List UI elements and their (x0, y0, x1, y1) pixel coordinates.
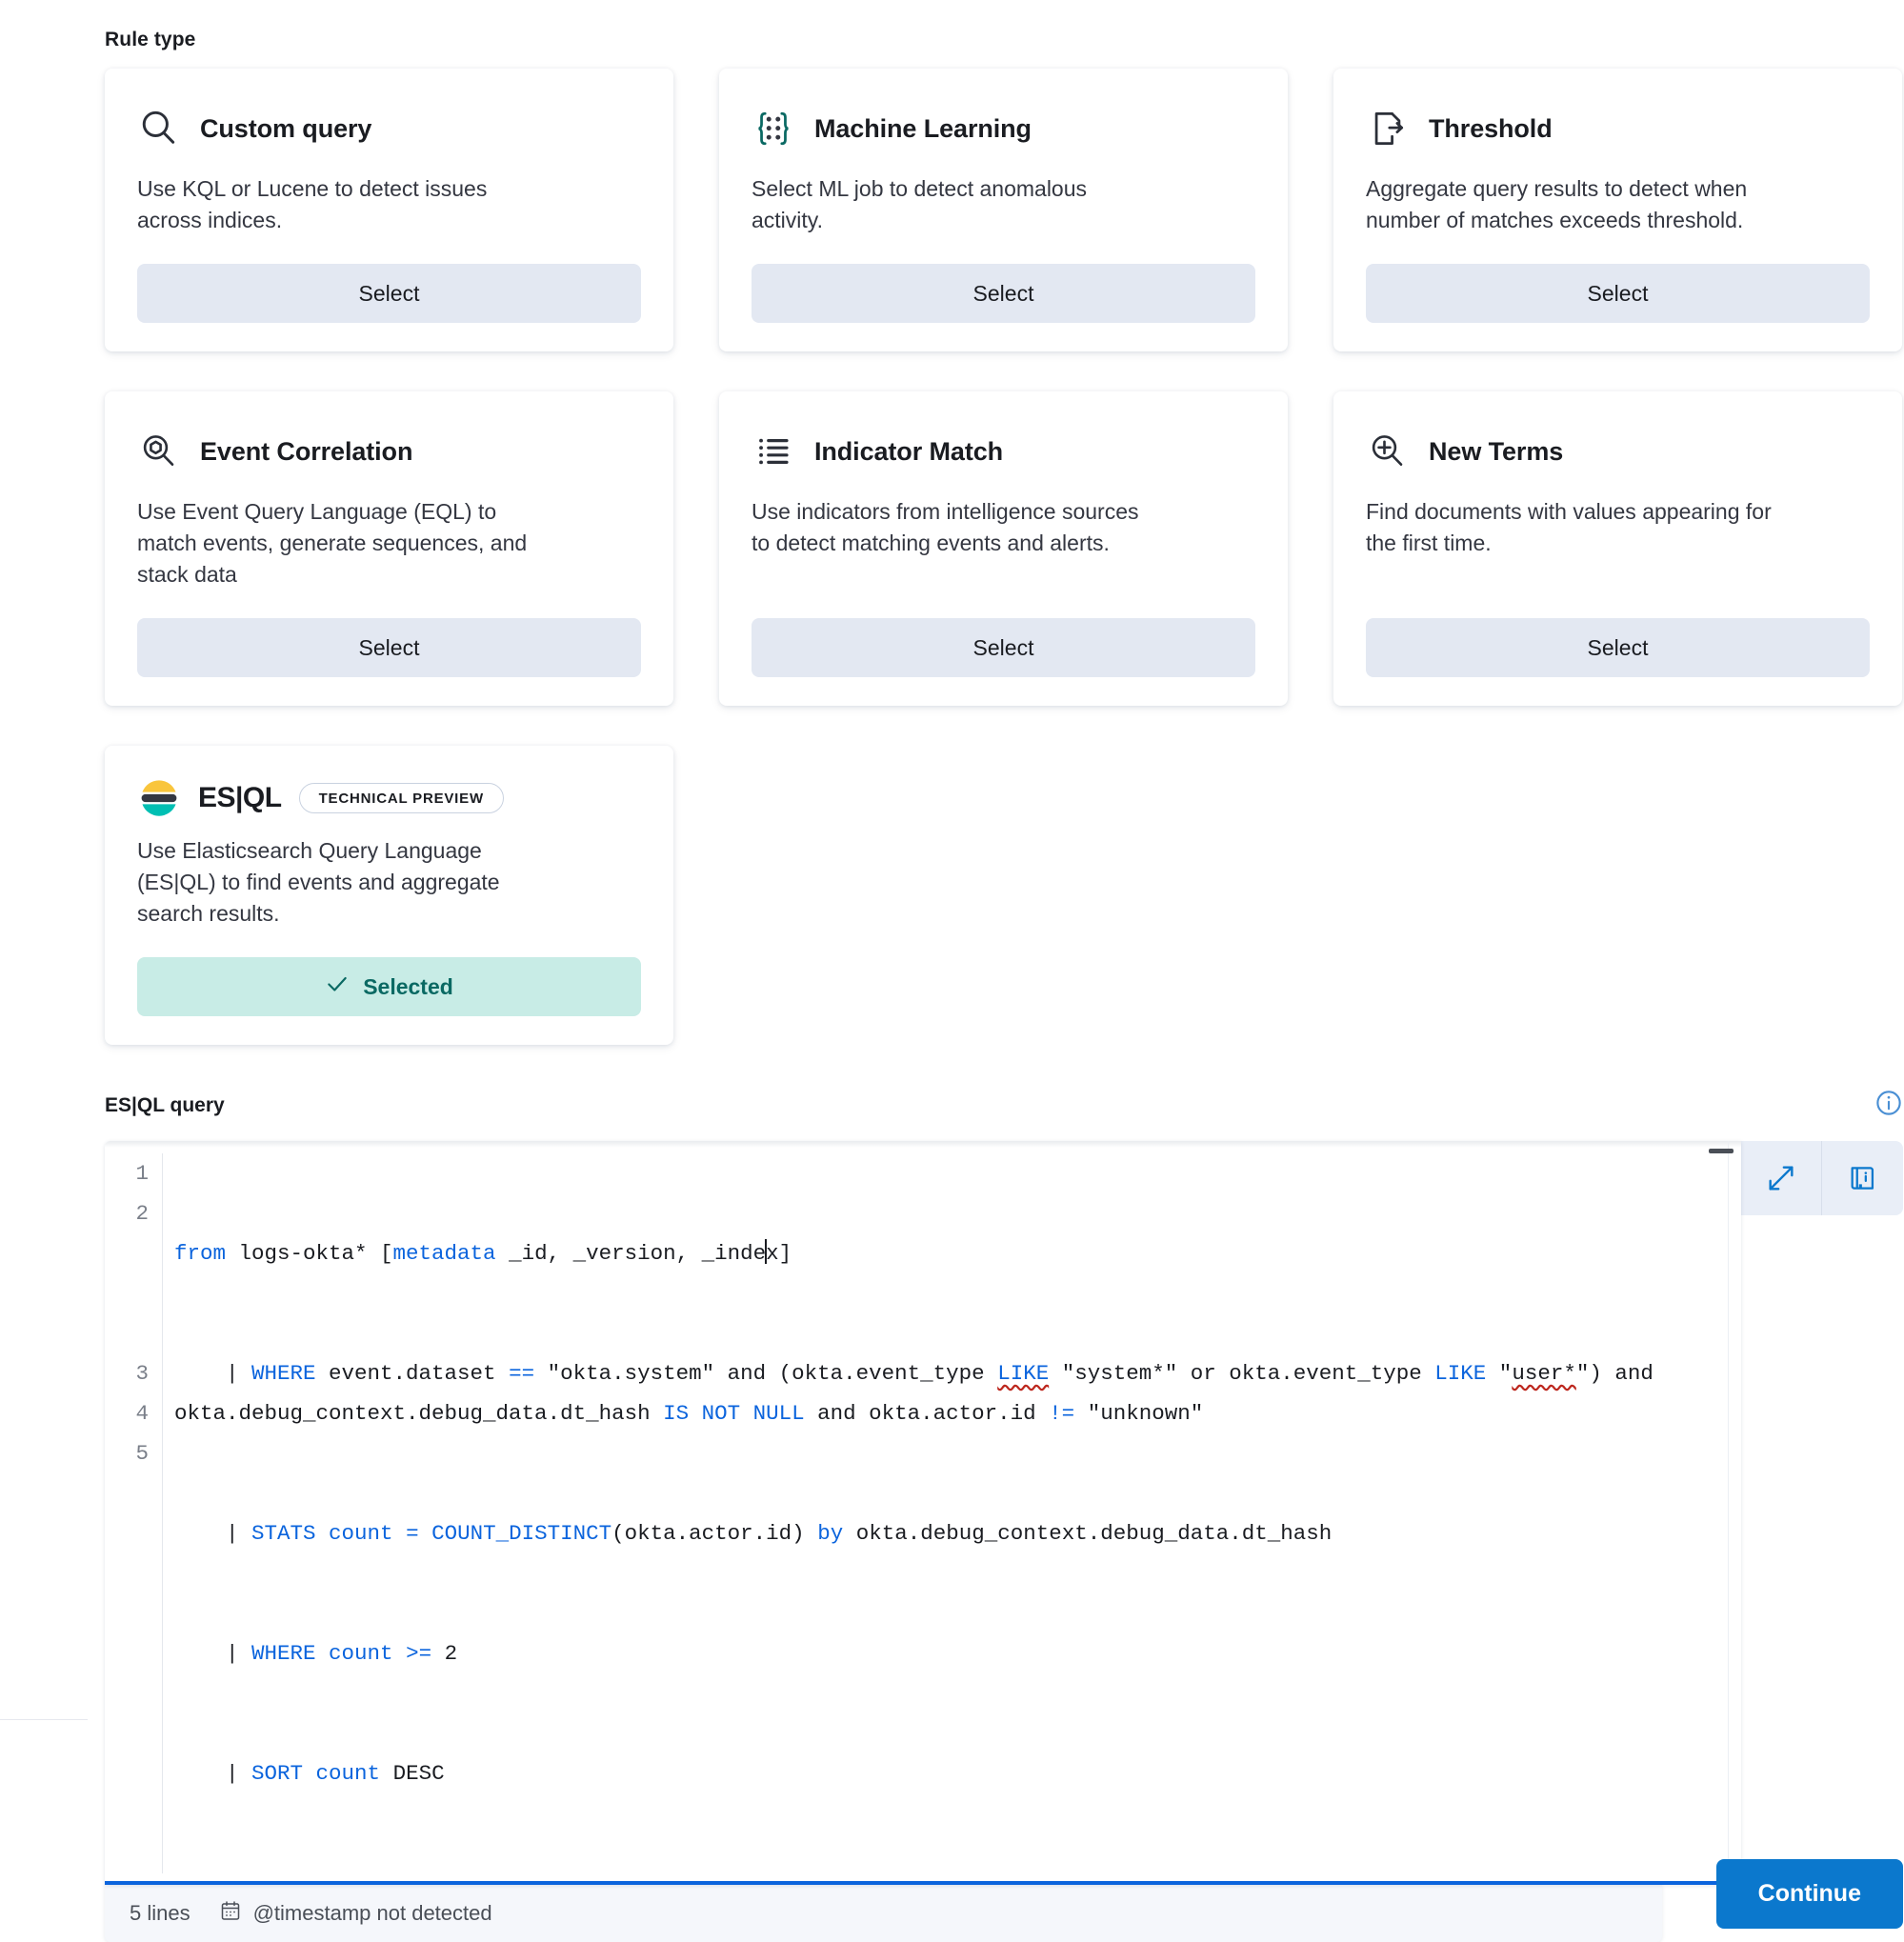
editor-focus-underline (105, 1881, 1741, 1886)
threshold-icon (1366, 107, 1410, 150)
rule-card-custom-query[interactable]: Custom query Use KQL or Lucene to detect… (105, 69, 673, 352)
card-title: Machine Learning (814, 113, 1032, 143)
code-line-2: | WHERE event.dataset == "okta.system" a… (174, 1361, 1667, 1427)
page-divider (0, 1719, 88, 1720)
event-correlation-icon (137, 430, 181, 473)
line-number: 4 (135, 1401, 149, 1427)
rule-card-indicator-match[interactable]: Indicator Match Use indicators from inte… (719, 391, 1288, 707)
rule-card-machine-learning[interactable]: Machine Learning Select ML job to detect… (719, 69, 1288, 352)
card-description: Find documents with values appearing for… (1366, 499, 1772, 555)
selected-label: Selected (363, 973, 453, 999)
rule-card-threshold[interactable]: Threshold Aggregate query results to det… (1333, 69, 1902, 352)
search-icon (137, 107, 181, 150)
select-button-event-correlation[interactable]: Select (137, 618, 641, 678)
rule-card-event-correlation[interactable]: Event Correlation Use Event Query Langua… (105, 391, 673, 707)
timestamp-status: @timestamp not detected (219, 1899, 492, 1928)
new-terms-icon (1366, 430, 1410, 473)
select-button-new-terms[interactable]: Select (1366, 618, 1870, 678)
code-line-1: from logs-okta* [metadata _id, _version,… (174, 1239, 792, 1267)
card-description: Use Event Query Language (EQL) to match … (137, 499, 528, 587)
editor-action-buttons (1741, 1141, 1903, 1885)
card-description: Use indicators from intelligence sources… (752, 499, 1139, 555)
machine-learning-icon (752, 107, 795, 150)
line-number: 1 (135, 1161, 149, 1187)
rule-card-new-terms[interactable]: New Terms Find documents with values app… (1333, 391, 1902, 707)
code-line-5: | SORT count DESC (174, 1761, 445, 1787)
rule-card-esql[interactable]: ES|QL TECHNICAL PREVIEW Use Elasticsearc… (105, 746, 673, 1046)
select-button-machine-learning[interactable]: Select (752, 264, 1255, 324)
check-icon (325, 971, 350, 1002)
page-title: Rule type (105, 29, 196, 50)
query-editor-wrapper: 1 2 3 4 5 from logs-okta* [metadata _id,… (105, 1141, 1903, 1886)
indicator-match-icon (752, 430, 795, 473)
card-title: Custom query (200, 113, 372, 143)
line-number: 5 (135, 1441, 149, 1467)
esql-query-label: ES|QL query (105, 1093, 225, 1116)
select-button-threshold[interactable]: Select (1366, 264, 1870, 324)
code-line-3: | STATS count = COUNT_DISTINCT(okta.acto… (174, 1521, 1333, 1547)
line-count: 5 lines (130, 1901, 190, 1926)
card-description: Use Elasticsearch Query Language (ES|QL)… (137, 838, 500, 926)
elastic-logo-icon (137, 776, 181, 820)
documentation-book-icon[interactable] (1822, 1141, 1903, 1216)
technical-preview-badge: TECHNICAL PREVIEW (298, 783, 504, 814)
line-number-gutter: 1 2 3 4 5 (105, 1153, 162, 1873)
card-header: Threshold (1366, 99, 1870, 158)
card-title: Indicator Match (814, 436, 1004, 466)
info-circle-icon[interactable] (1874, 1089, 1903, 1122)
card-header: New Terms (1366, 422, 1870, 481)
select-button-custom-query[interactable]: Select (137, 264, 641, 324)
card-title: Threshold (1429, 113, 1553, 143)
card-header: Machine Learning (752, 99, 1255, 158)
code-line-4: | WHERE count >= 2 (174, 1641, 458, 1667)
rule-type-page: Rule type Custom query Use KQL or Lucene… (0, 29, 1904, 1942)
expand-icon[interactable] (1741, 1141, 1822, 1216)
select-button-indicator-match[interactable]: Select (752, 618, 1255, 678)
card-header: ES|QL TECHNICAL PREVIEW (137, 776, 641, 820)
editor-status-bar: 5 lines @timestamp not detected (105, 1885, 1662, 1942)
rule-type-grid: Custom query Use KQL or Lucene to detect… (105, 69, 1904, 707)
esql-code-editor[interactable]: 1 2 3 4 5 from logs-okta* [metadata _id,… (105, 1141, 1741, 1886)
editor-top-shadow (105, 1141, 1741, 1149)
card-title: Event Correlation (200, 436, 413, 466)
line-number: 3 (135, 1361, 149, 1387)
esql-query-section: ES|QL query 1 2 3 4 5 from logs-okta* [m… (105, 1089, 1903, 1942)
card-header: Custom query (137, 99, 641, 158)
esql-wordmark: ES|QL (198, 782, 282, 814)
code-area[interactable]: 1 2 3 4 5 from logs-okta* [metadata _id,… (105, 1148, 1741, 1881)
line-number: 2 (135, 1201, 149, 1227)
card-header: Indicator Match (752, 422, 1255, 481)
query-label-row: ES|QL query (105, 1089, 1903, 1122)
card-description: Use KQL or Lucene to detect issues acros… (137, 176, 488, 232)
card-header: Event Correlation (137, 422, 641, 481)
calendar-icon (219, 1899, 242, 1928)
card-title: New Terms (1429, 436, 1564, 466)
card-description: Aggregate query results to detect when n… (1366, 176, 1748, 232)
selected-button-esql[interactable]: Selected (137, 957, 641, 1017)
card-description: Select ML job to detect anomalous activi… (752, 176, 1088, 232)
continue-button[interactable]: Continue (1715, 1859, 1903, 1930)
code-content[interactable]: from logs-okta* [metadata _id, _version,… (162, 1153, 1741, 1874)
